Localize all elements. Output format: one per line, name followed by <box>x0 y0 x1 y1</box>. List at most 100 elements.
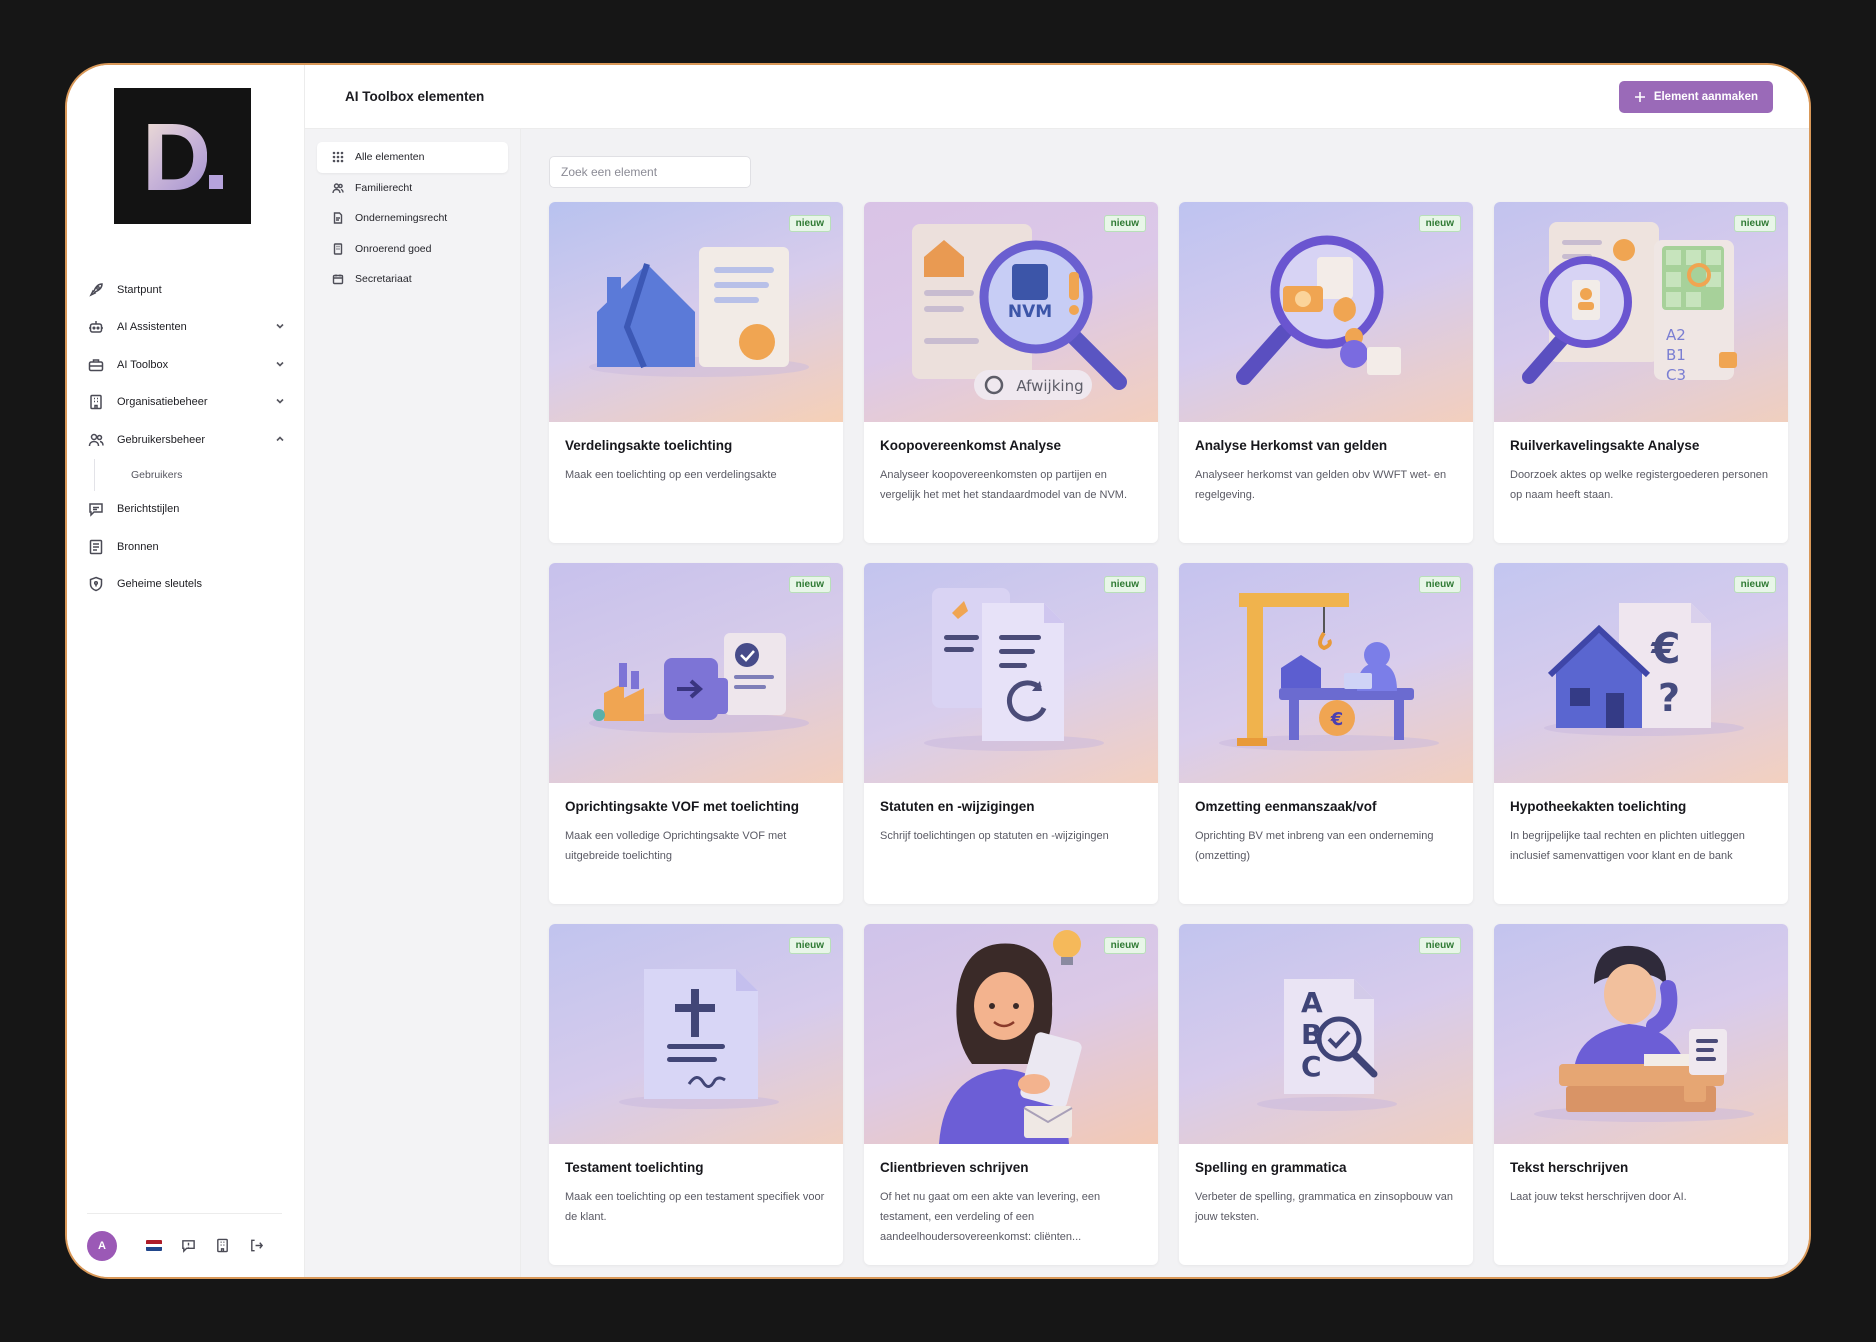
card-description: Doorzoek aktes op welke registergoederen… <box>1510 469 1769 501</box>
category-onroerend-goed[interactable]: Onroerend goed <box>317 234 508 265</box>
card-title: Statuten en -wijzigingen <box>880 799 1035 814</box>
category-familierecht[interactable]: Familierecht <box>317 173 508 204</box>
element-card[interactable]: nieuw Oprichtingsakte VOF met toelichtin… <box>549 563 843 904</box>
factory-arrow-illustration <box>589 633 809 733</box>
logo[interactable]: D <box>114 88 251 224</box>
chevron-up-icon[interactable] <box>275 434 287 446</box>
element-card[interactable]: A2 B1 C3 nieuw Ruilverkavelingsakte Anal… <box>1494 202 1788 543</box>
card-description: Maak een volledige Oprichtingsakte VOF m… <box>565 830 787 862</box>
card-illustration: A B C nieuw <box>1179 924 1473 1144</box>
element-card[interactable]: nieuw Clientbrieven schrijven Of het nu … <box>864 924 1158 1265</box>
art-text-a2: A2 <box>1666 326 1686 344</box>
card-description: Oprichting BV met inbreng van een ondern… <box>1195 830 1434 862</box>
new-badge: nieuw <box>1103 576 1146 593</box>
card-illustration: nieuw <box>864 924 1158 1144</box>
sidebar-subitem-gebruikers[interactable]: Gebruikers <box>94 458 287 491</box>
art-text-nvm: NVM <box>1008 302 1052 322</box>
card-body: Spelling en grammatica Verbeter de spell… <box>1179 1144 1473 1227</box>
sidebar-item-ai-assistenten[interactable]: AI Assistenten <box>87 309 287 347</box>
sidebar-item-label: Organisatiebeheer <box>117 396 208 409</box>
question-mark-icon: ? <box>1658 676 1680 720</box>
sidebar: D Startpunt AI Assistenten AI Toolbox Or… <box>67 65 305 1277</box>
sidebar-item-ai-toolbox[interactable]: AI Toolbox <box>87 346 287 384</box>
category-nav: Alle elementen Familierecht Ondernemings… <box>305 129 521 1277</box>
house-document-illustration <box>589 247 809 377</box>
card-illustration: nieuw <box>1179 202 1473 422</box>
sidebar-item-bronnen[interactable]: Bronnen <box>87 528 287 566</box>
card-body: Omzetting eenmanszaak/vof Oprichting BV … <box>1179 783 1473 866</box>
art-text-a: A <box>1301 986 1323 1019</box>
building-icon[interactable] <box>213 1237 231 1255</box>
flag-nl-icon[interactable] <box>145 1237 163 1255</box>
category-ondernemingsrecht[interactable]: Ondernemingsrecht <box>317 203 508 234</box>
building-icon <box>331 242 345 256</box>
element-card[interactable]: Tekst herschrijven Laat jouw tekst hersc… <box>1494 924 1788 1265</box>
documents-refresh-illustration <box>924 588 1104 751</box>
card-illustration: nieuw <box>864 563 1158 783</box>
element-card[interactable]: nieuw Testament toelichting Maak een toe… <box>549 924 843 1265</box>
create-element-button[interactable]: Element aanmaken <box>1618 80 1773 113</box>
sidebar-item-geheime-sleutels[interactable]: Geheime sleutels <box>87 566 287 604</box>
art-text-b1: B1 <box>1666 346 1686 364</box>
feedback-icon[interactable] <box>179 1237 197 1255</box>
magnifier-euro-illustration <box>1236 235 1401 385</box>
crane-office-illustration: € <box>1219 593 1439 751</box>
new-badge: nieuw <box>1103 215 1146 232</box>
card-description: Analyseer herkomst van gelden obv WWFT w… <box>1195 469 1447 501</box>
sidebar-item-gebruikersbeheer[interactable]: Gebruikersbeheer <box>87 421 287 459</box>
sidebar-item-startpunt[interactable]: Startpunt <box>87 271 287 309</box>
card-body: Hypotheekakten toelichting In begrijpeli… <box>1494 783 1788 866</box>
new-badge: nieuw <box>1418 576 1461 593</box>
sidebar-nav: Startpunt AI Assistenten AI Toolbox Orga… <box>87 271 287 603</box>
card-body: Ruilverkavelingsakte Analyse Doorzoek ak… <box>1494 422 1788 505</box>
testament-illustration <box>619 969 779 1109</box>
sidebar-item-organisatiebeheer[interactable]: Organisatiebeheer <box>87 384 287 422</box>
main-area: AI Toolbox elementen Element aanmaken Al… <box>305 65 1809 1277</box>
sidebar-item-label: Geheime sleutels <box>117 578 202 591</box>
chevron-down-icon[interactable] <box>275 321 287 333</box>
category-alle-elementen[interactable]: Alle elementen <box>317 142 508 173</box>
card-description: Schrijf toelichtingen op statuten en -wi… <box>880 830 1109 842</box>
app-window: D Startpunt AI Assistenten AI Toolbox Or… <box>65 63 1811 1279</box>
house-euro-illustration: € ? <box>1544 603 1744 736</box>
book-icon <box>87 538 105 556</box>
card-title: Analyse Herkomst van gelden <box>1195 438 1388 453</box>
logo-dot <box>209 175 224 189</box>
card-description: Verbeter de spelling, grammatica en zins… <box>1195 1191 1454 1223</box>
card-title: Clientbrieven schrijven <box>880 1160 1029 1175</box>
sidebar-item-berichtstijlen[interactable]: Berichtstijlen <box>87 491 287 529</box>
chevron-down-icon[interactable] <box>275 396 287 408</box>
new-badge: nieuw <box>1103 937 1146 954</box>
element-card[interactable]: NVM Afwijking nieuw Koopovereenkomst Ana… <box>864 202 1158 543</box>
sidebar-footer: A <box>87 1213 282 1277</box>
new-badge: nieuw <box>1418 937 1461 954</box>
bot-icon <box>87 318 105 336</box>
plus-icon <box>1634 91 1645 102</box>
logo-letter: D <box>141 104 211 211</box>
toolbox-icon <box>87 356 105 374</box>
category-label: Ondernemingsrecht <box>355 212 448 225</box>
element-card[interactable]: nieuw Statuten en -wijzigingen Schrijf t… <box>864 563 1158 904</box>
shield-icon <box>87 575 105 593</box>
chevron-down-icon[interactable] <box>275 359 287 371</box>
card-title: Spelling en grammatica <box>1195 1160 1347 1175</box>
man-writing-illustration <box>1534 945 1754 1122</box>
card-body: Verdelingsakte toelichting Maak een toel… <box>549 422 843 485</box>
body-row: Alle elementen Familierecht Ondernemings… <box>305 129 1809 1277</box>
element-card[interactable]: nieuw Verdelingsakte toelichting Maak ee… <box>549 202 843 543</box>
element-card[interactable]: € ? nieuw Hypotheekakten toelichting In … <box>1494 563 1788 904</box>
card-description: Maak een toelichting op een verdelingsak… <box>565 469 777 481</box>
card-body: Tekst herschrijven Laat jouw tekst hersc… <box>1494 1144 1788 1207</box>
element-card[interactable]: A B C nieuw Spelling en grammatica Verbe… <box>1179 924 1473 1265</box>
page-title: AI Toolbox elementen <box>345 89 485 104</box>
sidebar-item-label: Gebruikersbeheer <box>117 433 206 446</box>
element-card[interactable]: nieuw Analyse Herkomst van gelden Analys… <box>1179 202 1473 543</box>
logout-icon[interactable] <box>247 1237 265 1255</box>
woman-tablet-illustration <box>939 930 1082 1144</box>
category-secretariaat[interactable]: Secretariaat <box>317 264 508 295</box>
avatar[interactable]: A <box>87 1230 117 1261</box>
rocket-icon <box>87 281 105 299</box>
element-card[interactable]: € nieuw Omzetting eenmanszaak/vof Oprich… <box>1179 563 1473 904</box>
search-input[interactable] <box>549 156 751 188</box>
new-badge: nieuw <box>788 215 831 232</box>
